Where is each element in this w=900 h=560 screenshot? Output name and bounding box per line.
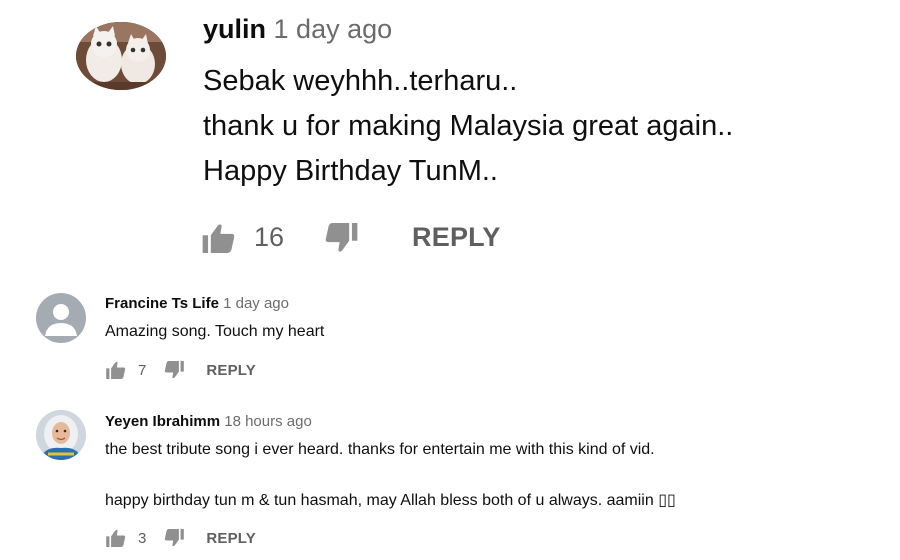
comment-text-line: Sebak weyhhh..terharu.. (203, 65, 518, 97)
thumbs-down-icon (165, 529, 185, 547)
comment-actions: 7 REPLY (106, 361, 256, 379)
author-name[interactable]: yulin (203, 14, 266, 44)
timestamp[interactable]: 1 day ago (223, 295, 289, 312)
like-button[interactable] (202, 223, 236, 253)
comment-text: Amazing song. Touch my heart (105, 323, 325, 340)
comment-actions: 16 REPLY (202, 222, 501, 253)
timestamp[interactable]: 1 day ago (274, 14, 393, 44)
comment-yeyen: Yeyen Ibrahimm 18 hours ago the best tri… (0, 400, 900, 560)
comment-francine: Francine Ts Life 1 day ago Amazing song.… (0, 280, 900, 395)
reply-button[interactable]: REPLY (206, 362, 256, 379)
cats-photo-avatar (76, 22, 166, 90)
thumbs-up-icon (106, 361, 126, 379)
comment-header: yulin 1 day ago (203, 14, 392, 45)
comment-text-line: the best tribute song i ever heard. than… (105, 441, 655, 458)
thumbs-down-icon (165, 361, 185, 379)
like-count: 3 (138, 529, 147, 547)
comment-text-line: happy birthday tun m & tun hasmah, may A… (105, 492, 676, 509)
dislike-button[interactable] (324, 222, 358, 253)
comment-actions: 3 REPLY (106, 529, 256, 547)
comment-text-line: thank u for making Malaysia great again.… (203, 110, 734, 142)
reply-button[interactable]: REPLY (412, 222, 501, 253)
avatar[interactable] (36, 293, 86, 343)
like-count: 16 (254, 222, 285, 252)
like-button[interactable] (106, 529, 126, 547)
comment-header: Yeyen Ibrahimm 18 hours ago (105, 413, 312, 430)
author-name[interactable]: Francine Ts Life (105, 295, 219, 312)
like-button[interactable] (106, 361, 126, 379)
thumbs-up-icon (106, 529, 126, 547)
comment-text-line: Happy Birthday TunM.. (203, 155, 498, 187)
timestamp[interactable]: 18 hours ago (224, 413, 312, 430)
default-user-avatar (45, 304, 77, 336)
avatar[interactable] (76, 22, 166, 90)
like-count: 7 (138, 361, 147, 379)
dislike-button[interactable] (164, 361, 185, 379)
avatar[interactable] (36, 410, 86, 460)
dislike-button[interactable] (164, 529, 185, 547)
thumbs-down-icon (325, 222, 358, 252)
comment-yulin: yulin 1 day ago Sebak weyhhh..terharu.. … (0, 0, 900, 280)
comment-header: Francine Ts Life 1 day ago (105, 295, 289, 312)
reply-button[interactable]: REPLY (206, 530, 256, 547)
author-name[interactable]: Yeyen Ibrahimm (105, 413, 220, 430)
thumbs-up-icon (202, 223, 235, 253)
hijab-woman-photo-avatar (36, 410, 86, 460)
